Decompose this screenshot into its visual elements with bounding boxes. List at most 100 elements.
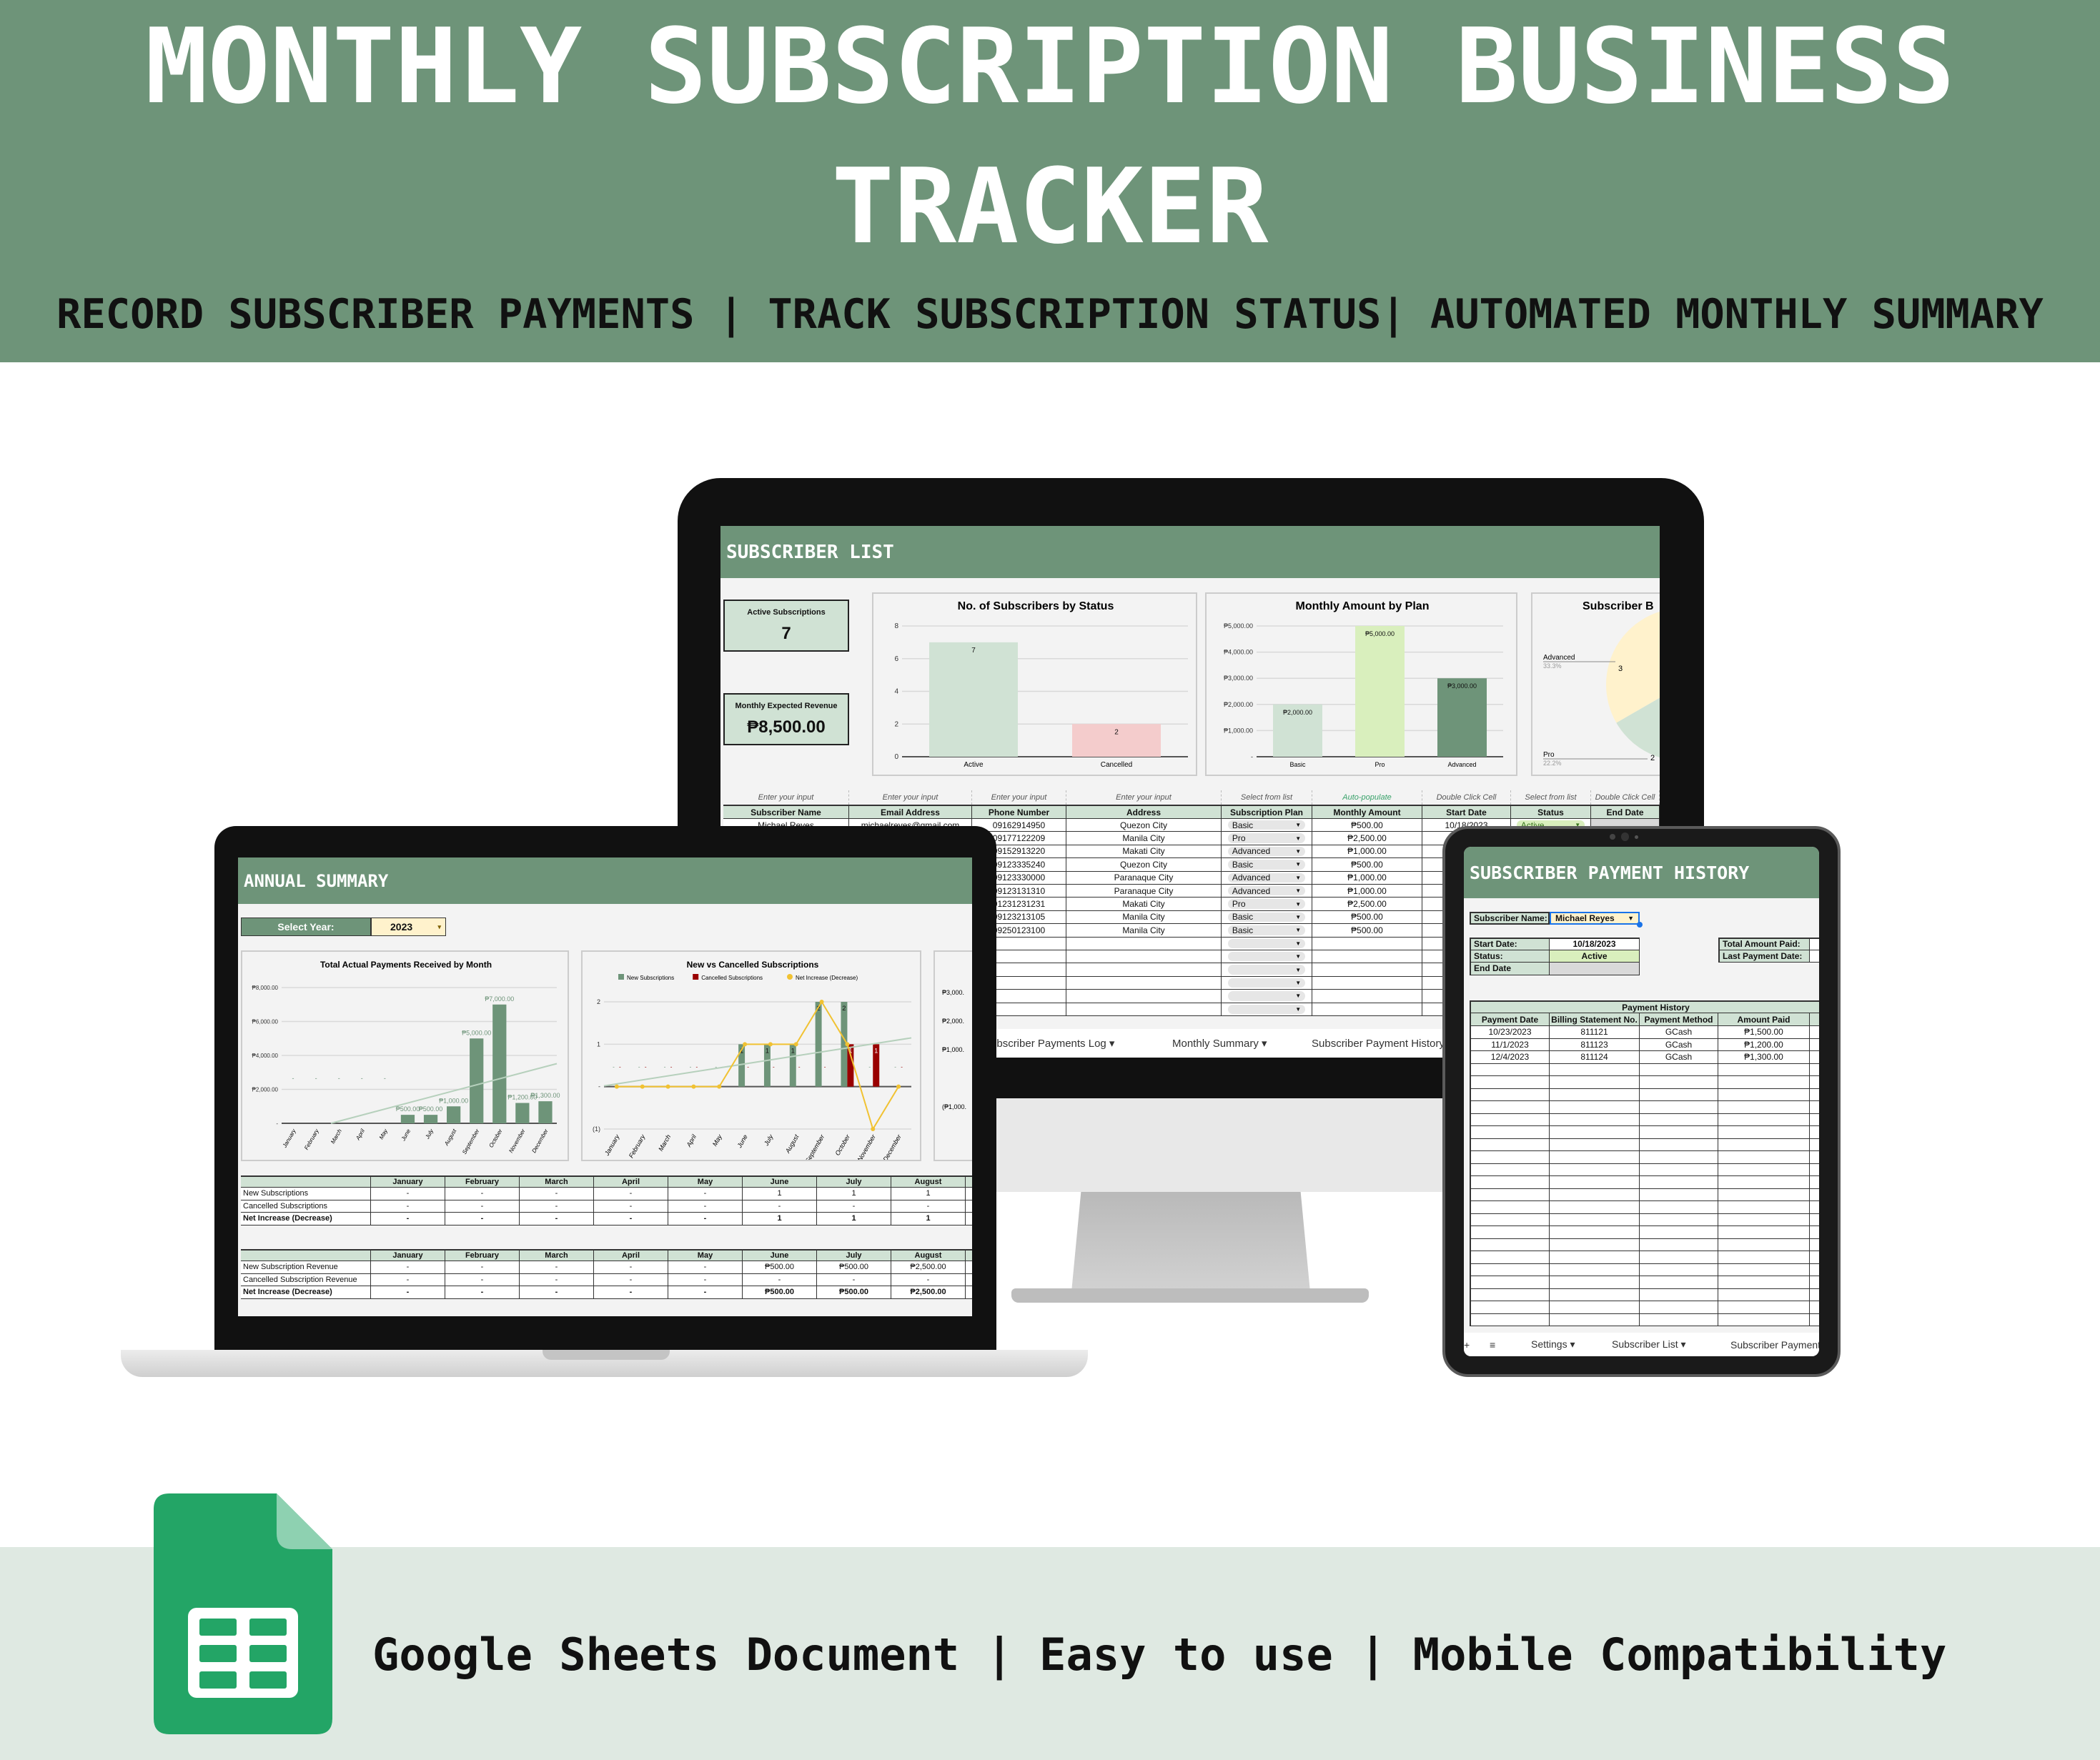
selection-handle[interactable] bbox=[1637, 922, 1643, 928]
data-label: 1 bbox=[874, 1047, 878, 1054]
plan-select[interactable]: ▼ bbox=[1227, 991, 1306, 1001]
add-sheet-icon[interactable]: + bbox=[1464, 1339, 1470, 1351]
table-cell bbox=[1810, 1026, 1819, 1039]
subscriber-name-value: Michael Reyes bbox=[1555, 913, 1615, 923]
plan-select[interactable]: Basic ▼ bbox=[1227, 860, 1306, 870]
plan-dropdown[interactable]: Basic ▼ bbox=[1222, 924, 1312, 938]
plan-dropdown[interactable]: Basic ▼ bbox=[1222, 819, 1312, 832]
data-label: - bbox=[868, 1064, 871, 1070]
table-cell bbox=[1810, 1226, 1819, 1239]
kpi-value: ₱8,500.00 bbox=[747, 717, 826, 737]
select-year-dropdown[interactable]: 2023 ▾ bbox=[371, 918, 446, 936]
plan-dropdown[interactable]: Pro ▼ bbox=[1222, 832, 1312, 845]
x-tick-label: December bbox=[530, 1128, 549, 1154]
plan-dropdown[interactable]: Advanced ▼ bbox=[1222, 845, 1312, 859]
legend-marker bbox=[618, 974, 624, 980]
x-tick-label: November bbox=[856, 1133, 878, 1161]
plan-select[interactable]: ▼ bbox=[1227, 1004, 1306, 1015]
chevron-down-icon: ▼ bbox=[1295, 900, 1302, 908]
row-label: New Subscriptions bbox=[241, 1188, 371, 1200]
pie-percent: 22.2% bbox=[1543, 760, 1562, 767]
plan-select[interactable]: ▼ bbox=[1227, 978, 1306, 988]
laptop-notch bbox=[543, 1350, 670, 1360]
table-cell bbox=[1810, 1063, 1819, 1076]
plan-dropdown[interactable]: ▼ bbox=[1222, 937, 1312, 950]
net-point bbox=[717, 1084, 722, 1089]
plan-dropdown[interactable]: Basic ▼ bbox=[1222, 910, 1312, 925]
plan-select[interactable]: ▼ bbox=[1227, 965, 1306, 975]
data-label: - bbox=[715, 1064, 717, 1070]
table-cell: 10/23/2023 bbox=[1470, 1026, 1550, 1039]
plan-select[interactable]: ▼ bbox=[1227, 938, 1306, 949]
plan-select[interactable]: Basic ▼ bbox=[1227, 912, 1306, 922]
plan-select[interactable]: Pro ▼ bbox=[1227, 833, 1306, 843]
table-cell bbox=[1550, 1213, 1640, 1226]
table-cell bbox=[1810, 1276, 1819, 1289]
table-cell bbox=[1470, 1188, 1550, 1201]
detail-value bbox=[1550, 963, 1640, 975]
chevron-down-icon: ▼ bbox=[1295, 940, 1302, 947]
tab-settings[interactable]: Settings ▾ bbox=[1531, 1338, 1575, 1351]
summary-value bbox=[1810, 950, 1819, 963]
y-tick-label: ₱1,000.00 bbox=[1224, 727, 1253, 734]
table-cell bbox=[1718, 1301, 1810, 1314]
plan-dropdown[interactable]: Advanced ▼ bbox=[1222, 871, 1312, 885]
table-cell bbox=[1810, 1176, 1819, 1189]
table-cell: - bbox=[743, 1200, 817, 1213]
summary-value bbox=[1810, 938, 1819, 950]
table-cell bbox=[966, 1213, 972, 1225]
table-cell: - bbox=[445, 1188, 520, 1200]
table-cell bbox=[1640, 1213, 1718, 1226]
table-cell: ₱1,300.00 bbox=[1718, 1051, 1810, 1064]
plan-dropdown[interactable]: ▼ bbox=[1222, 963, 1312, 977]
column-header: Address bbox=[1066, 805, 1222, 819]
chevron-down-icon: ▼ bbox=[1295, 966, 1302, 973]
plan-select[interactable]: Pro ▼ bbox=[1227, 899, 1306, 909]
tab-monthly-summary[interactable]: Monthly Summary ▾ bbox=[1172, 1037, 1267, 1050]
tab-subscriber-payment-history[interactable]: Subscriber Payment History bbox=[1312, 1038, 1445, 1050]
plan-dropdown[interactable]: ▼ bbox=[1222, 976, 1312, 990]
table-cell bbox=[1718, 1251, 1810, 1264]
row-label: New Subscription Revenue bbox=[241, 1261, 371, 1274]
y-tick-label: ₱2,000.00 bbox=[1224, 701, 1253, 708]
table-cell: - bbox=[594, 1273, 668, 1286]
tab-subscriber-list[interactable]: Subscriber List ▾ bbox=[1612, 1338, 1686, 1351]
chart-title: Monthly Amount by Plan bbox=[1296, 600, 1430, 612]
chart-title: No. of Subscribers by Status bbox=[958, 600, 1114, 612]
data-label: - bbox=[670, 1064, 673, 1070]
plan-dropdown[interactable]: Advanced ▼ bbox=[1222, 885, 1312, 898]
subscriber-name-dropdown[interactable]: Michael Reyes ▼ bbox=[1550, 912, 1640, 925]
x-tick-label: February bbox=[303, 1128, 320, 1151]
table-cell bbox=[1718, 1201, 1810, 1214]
plan-select[interactable]: Advanced ▼ bbox=[1227, 886, 1306, 896]
plan-dropdown[interactable]: ▼ bbox=[1222, 950, 1312, 964]
plan-select[interactable]: ▼ bbox=[1227, 951, 1306, 962]
plan-select[interactable]: Basic ▼ bbox=[1227, 925, 1306, 935]
x-tick-label: April bbox=[355, 1128, 366, 1141]
data-label: 1 bbox=[766, 1047, 769, 1054]
plan-dropdown[interactable]: ▼ bbox=[1222, 1003, 1312, 1016]
trendline bbox=[603, 1037, 912, 1087]
table-cell bbox=[1718, 1276, 1810, 1289]
plan-dropdown[interactable]: ▼ bbox=[1222, 990, 1312, 1003]
legend-marker bbox=[693, 974, 699, 980]
tab-subscriber-payments-log[interactable]: Subscriber Payments Log ▾ bbox=[984, 1037, 1114, 1050]
table-cell bbox=[1470, 1088, 1550, 1101]
table-cell bbox=[1810, 1213, 1819, 1226]
plan-select[interactable]: Basic ▼ bbox=[1227, 820, 1306, 830]
column-hint: Select from list bbox=[1511, 790, 1591, 805]
plan-dropdown[interactable]: Basic ▼ bbox=[1222, 858, 1312, 872]
tab-subscriber-payment-history[interactable]: Subscriber Payment History bbox=[1730, 1339, 1819, 1351]
plan-select[interactable]: Advanced ▼ bbox=[1227, 846, 1306, 856]
bar bbox=[929, 642, 1018, 757]
column-header: Start Date bbox=[1422, 805, 1511, 819]
plan-dropdown[interactable]: Pro ▼ bbox=[1222, 898, 1312, 911]
table-cell bbox=[1718, 1226, 1810, 1239]
plan-select[interactable]: Advanced ▼ bbox=[1227, 872, 1306, 883]
column-header: Amount Paid bbox=[1718, 1013, 1810, 1026]
data-label: - bbox=[690, 1064, 692, 1070]
table-cell: - bbox=[594, 1286, 668, 1299]
all-sheets-menu-icon[interactable]: ≡ bbox=[1490, 1339, 1495, 1351]
table-cell bbox=[1640, 1263, 1718, 1276]
table-cell: - bbox=[520, 1286, 594, 1299]
